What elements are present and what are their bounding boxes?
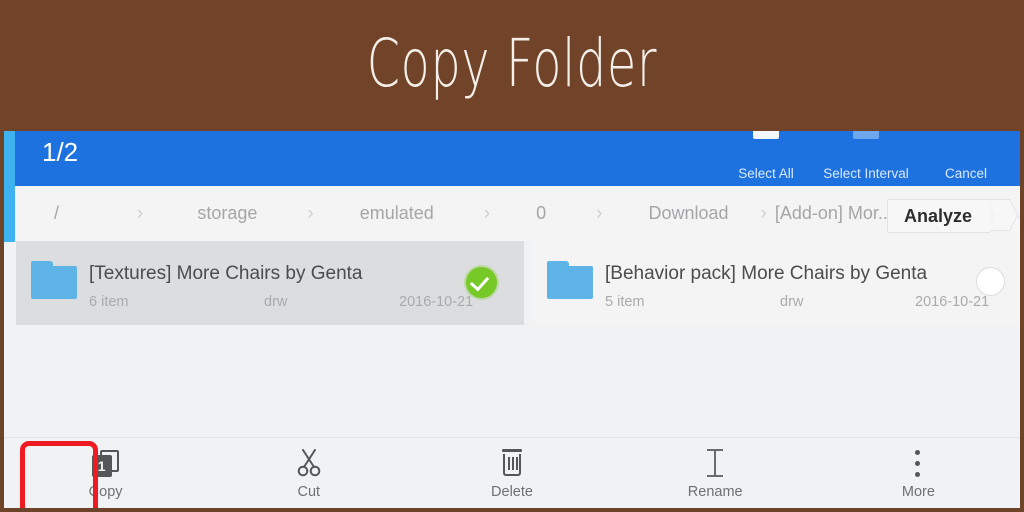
toolbar-button-select-all[interactable]: Select All	[716, 131, 816, 186]
device-screenshot: 1/2 Select All Select Interval Cancel / …	[4, 131, 1020, 508]
rename-button[interactable]: Rename	[614, 438, 817, 508]
toolbar-actions: Select All Select Interval Cancel	[716, 131, 1016, 186]
highlight-box	[20, 441, 98, 508]
page-title: Copy Folder	[366, 25, 658, 102]
copy-button[interactable]: 1 Copy	[4, 438, 207, 508]
file-name: [Textures] More Chairs by Genta	[89, 263, 363, 284]
table-row[interactable]: [Textures] More Chairs by Genta 6 item d…	[16, 241, 524, 325]
file-date: 2016-10-21	[915, 294, 990, 310]
breadcrumb-item-storage[interactable]: storage	[197, 203, 257, 224]
chevron-right-icon: ›	[483, 202, 491, 224]
file-item-count: 6 item	[89, 294, 129, 310]
text-cursor-icon	[698, 447, 732, 479]
chevron-right-icon: ›	[596, 202, 603, 224]
file-date: 2016-10-21	[399, 294, 474, 310]
delete-button-label: Delete	[491, 483, 533, 500]
toolbar-button-select-all-label: Select All	[738, 166, 794, 181]
breadcrumb: / › storage › emulated › 0 › Download › …	[4, 186, 1020, 241]
file-permissions: drw	[780, 294, 804, 310]
breadcrumb-item-0[interactable]: 0	[536, 203, 546, 224]
scissors-icon	[292, 447, 326, 479]
checkbox-checked-icon[interactable]	[466, 267, 497, 298]
select-interval-icon	[852, 131, 880, 141]
copy-button-label: Copy	[88, 483, 123, 500]
analyze-button-label: Analyze	[903, 205, 972, 226]
trash-icon	[495, 447, 529, 479]
drawer-edge-indicator[interactable]	[4, 131, 15, 242]
cut-button-label: Cut	[297, 483, 321, 500]
more-button-label: More	[901, 483, 935, 500]
file-name: [Behavior pack] More Chairs by Genta	[605, 263, 928, 284]
more-vertical-icon	[901, 447, 935, 479]
copy-icon: 1	[89, 447, 123, 479]
cut-button[interactable]: Cut	[207, 438, 410, 508]
table-row[interactable]: [Behavior pack] More Chairs by Genta 5 i…	[532, 241, 1020, 325]
folder-icon	[31, 261, 77, 299]
chevron-right-icon: ›	[137, 202, 144, 224]
toolbar-button-select-interval[interactable]: Select Interval	[816, 131, 916, 186]
title-banner: Copy Folder	[0, 0, 1024, 131]
breadcrumb-item-current[interactable]: [Add-on] Mor...	[775, 203, 893, 224]
file-permissions: drw	[264, 294, 288, 310]
more-button[interactable]: More	[817, 438, 1020, 508]
file-item-count: 5 item	[605, 294, 645, 310]
bottom-action-bar: 1 Copy Cut Delete Rename More	[4, 437, 1020, 508]
toolbar-button-cancel-label: Cancel	[944, 166, 988, 181]
selection-toolbar: 1/2 Select All Select Interval Cancel	[4, 131, 1020, 186]
toolbar-button-cancel[interactable]: Cancel	[916, 131, 1016, 186]
selection-count: 1/2	[42, 137, 79, 167]
screenshot-root: Copy Folder 1/2 Select All Select Interv	[0, 0, 1024, 512]
breadcrumb-item-download[interactable]: Download	[648, 203, 728, 224]
checkbox-unchecked-icon[interactable]	[976, 267, 1005, 296]
select-all-icon	[752, 131, 780, 141]
copy-badge-count: 1	[91, 454, 112, 477]
breadcrumb-item-root[interactable]: /	[54, 203, 59, 224]
breadcrumb-item-emulated[interactable]: emulated	[360, 203, 434, 224]
chevron-right-icon: ›	[307, 202, 314, 224]
file-list: [Textures] More Chairs by Genta 6 item d…	[4, 241, 1020, 437]
folder-icon	[547, 261, 593, 299]
analyze-button[interactable]: Analyze	[886, 199, 990, 233]
rename-button-label: Rename	[687, 483, 743, 500]
chevron-right-icon: ›	[760, 202, 767, 224]
delete-button[interactable]: Delete	[410, 438, 613, 508]
toolbar-button-select-interval-label: Select Interval	[823, 166, 909, 181]
cancel-icon	[952, 131, 980, 141]
